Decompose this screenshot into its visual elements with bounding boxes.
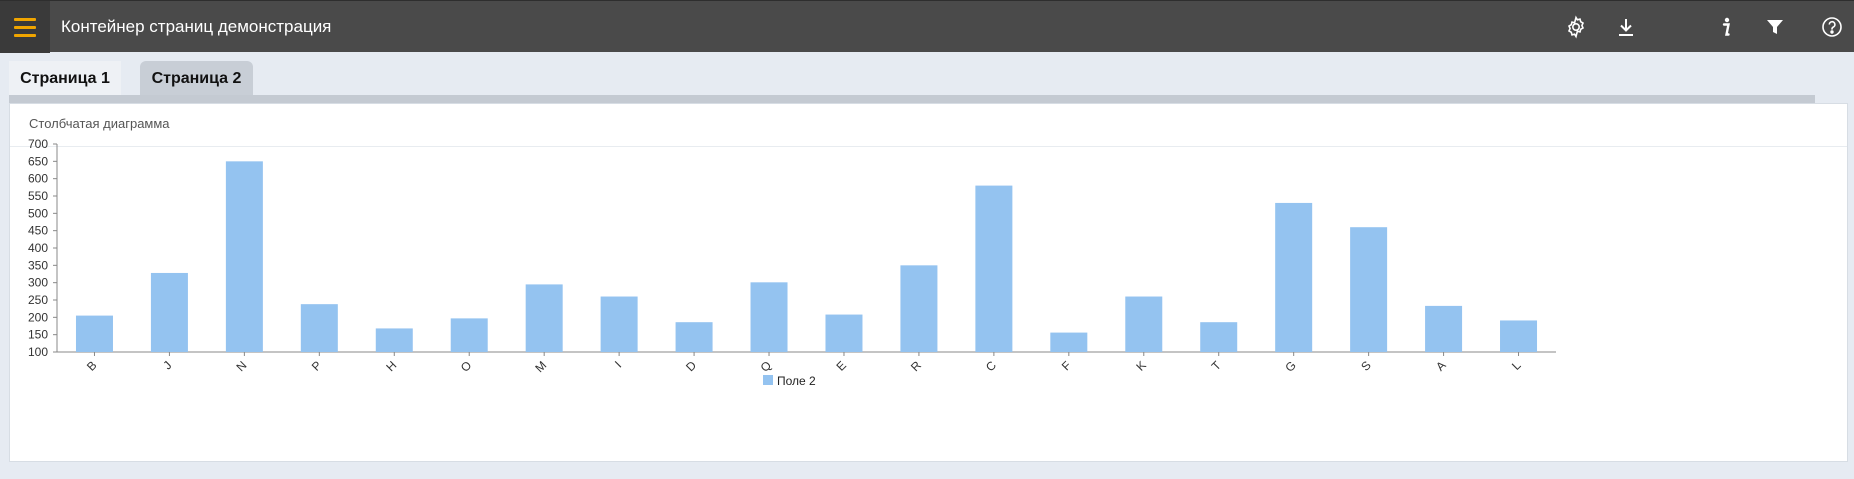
tab-page-2[interactable]: Страница 2 xyxy=(140,61,253,96)
bar xyxy=(1500,320,1538,352)
bar xyxy=(750,282,788,352)
x-tick-label: M xyxy=(532,358,549,375)
bar xyxy=(1425,305,1463,352)
y-tick-label: 150 xyxy=(28,328,48,342)
x-tick-label: O xyxy=(458,358,475,375)
bar xyxy=(300,304,338,352)
x-tick-label: T xyxy=(1209,358,1225,374)
x-tick-label: L xyxy=(1509,358,1524,373)
x-tick-label: I xyxy=(612,358,624,370)
help-icon[interactable] xyxy=(1818,13,1846,41)
y-tick-label: 350 xyxy=(28,258,48,272)
download-icon[interactable] xyxy=(1612,13,1640,41)
y-tick-label: 700 xyxy=(28,137,48,151)
filter-icon[interactable] xyxy=(1761,13,1789,41)
y-tick-label: 100 xyxy=(28,345,48,359)
y-tick-label: 450 xyxy=(28,224,48,238)
chart-panel: Столбчатая диаграмма 100 150 200 250 300 350 4… xyxy=(9,103,1848,462)
x-tick-label: K xyxy=(1133,358,1149,374)
tab-page-1[interactable]: Страница 1 xyxy=(9,61,121,96)
bar xyxy=(1350,227,1388,352)
app-title: Контейнер страниц демонстрация xyxy=(61,17,332,36)
bar xyxy=(525,284,563,352)
bar xyxy=(75,315,113,352)
bar xyxy=(1200,322,1238,352)
x-tick-label: J xyxy=(160,358,174,372)
y-tick-label: 200 xyxy=(28,310,48,324)
legend-label: Поле 2 xyxy=(777,374,816,388)
bar xyxy=(225,161,263,352)
y-tick-label: 250 xyxy=(28,293,48,307)
x-tick-label: G xyxy=(1282,358,1299,375)
x-tick-label: C xyxy=(983,358,999,374)
bar xyxy=(375,328,413,352)
x-tick-label: B xyxy=(84,358,100,374)
bar xyxy=(825,314,863,352)
x-tick-label: D xyxy=(683,358,699,374)
bar xyxy=(150,272,188,352)
x-tick-label: N xyxy=(233,358,249,374)
x-tick-label: Q xyxy=(758,358,775,375)
bar xyxy=(1275,202,1313,352)
bar xyxy=(1125,296,1163,352)
y-tick-label: 650 xyxy=(28,154,48,168)
menu-icon-line xyxy=(14,17,36,21)
x-tick-label: H xyxy=(383,358,399,374)
menu-icon-line xyxy=(14,33,36,37)
bar xyxy=(450,318,488,352)
bar-chart: 100 150 200 250 300 350 400 450 500 550 600 650 700 B… xyxy=(28,137,1556,388)
x-tick-label: A xyxy=(1433,358,1449,374)
x-tick-label: F xyxy=(1059,358,1074,373)
x-tick-label: R xyxy=(908,358,924,374)
legend-swatch xyxy=(763,375,773,385)
bar xyxy=(900,265,938,352)
x-tick-label: P xyxy=(309,358,325,374)
y-tick-label: 500 xyxy=(28,206,48,220)
gear-icon[interactable] xyxy=(1562,13,1590,41)
bar xyxy=(1050,332,1088,352)
menu-icon-line xyxy=(14,25,36,29)
y-tick-label: 600 xyxy=(28,172,48,186)
bar xyxy=(975,185,1013,352)
y-tick-label: 550 xyxy=(28,189,48,203)
bar xyxy=(675,322,713,352)
y-tick-label: 300 xyxy=(28,276,48,290)
tab-underline xyxy=(9,95,1815,103)
y-tick-label: 400 xyxy=(28,241,48,255)
tab-bar: Страница 1 Страница 2 xyxy=(0,52,1854,96)
bar xyxy=(600,296,638,352)
top-bar: Контейнер страниц демонстрация xyxy=(0,0,1854,53)
info-icon[interactable] xyxy=(1712,13,1740,41)
x-tick-label: E xyxy=(834,358,850,374)
x-tick-label: S xyxy=(1358,358,1374,374)
menu-button[interactable] xyxy=(0,1,50,53)
